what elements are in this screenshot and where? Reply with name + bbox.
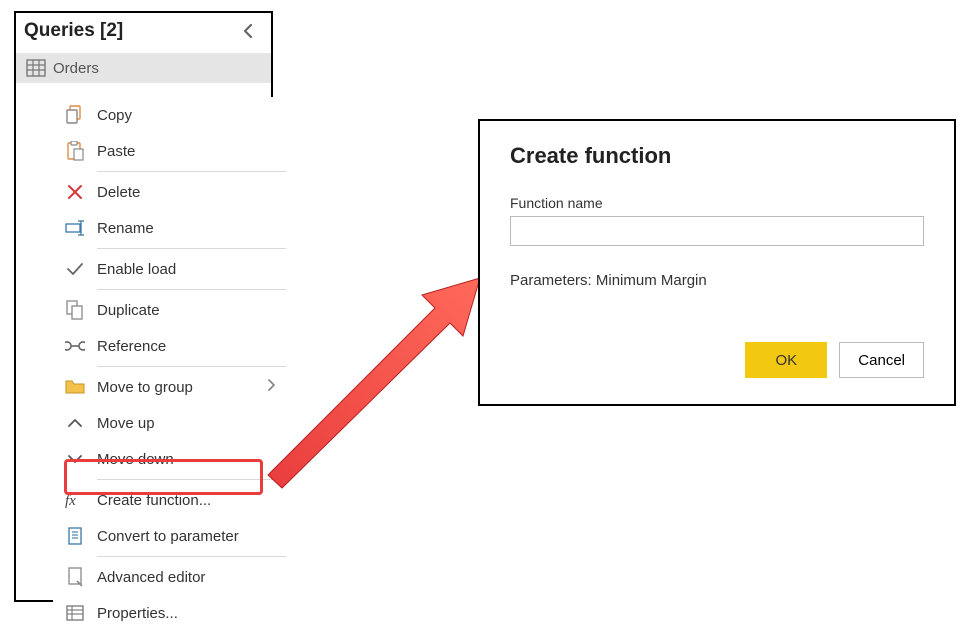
- menu-convert-to-parameter[interactable]: Convert to parameter: [53, 518, 286, 554]
- menu-delete[interactable]: Delete: [53, 174, 286, 210]
- arrow-annotation: [260, 260, 490, 490]
- collapse-button[interactable]: [237, 19, 261, 43]
- menu-properties[interactable]: Properties...: [53, 595, 286, 631]
- menu-move-up[interactable]: Move up: [53, 405, 286, 441]
- menu-label: Convert to parameter: [97, 528, 280, 545]
- menu-copy[interactable]: Copy: [53, 97, 286, 133]
- function-name-label: Function name: [510, 195, 924, 211]
- ok-button[interactable]: OK: [745, 342, 827, 378]
- menu-label: Advanced editor: [97, 569, 280, 586]
- menu-label: Copy: [97, 107, 280, 124]
- menu-label: Delete: [97, 184, 280, 201]
- parameters-label: Parameters: Minimum Margin: [510, 272, 924, 289]
- menu-label: Duplicate: [97, 302, 280, 319]
- chevron-up-icon: [61, 418, 89, 428]
- panel-title: Queries [2]: [24, 20, 123, 42]
- menu-create-function[interactable]: fx Create function...: [53, 482, 286, 518]
- menu-label: Move to group: [97, 379, 267, 396]
- context-menu: Copy Paste Delete Rename Ena: [53, 97, 286, 631]
- menu-label: Paste: [97, 143, 280, 160]
- cancel-button[interactable]: Cancel: [839, 342, 924, 378]
- advanced-editor-icon: [61, 567, 89, 587]
- menu-label: Enable load: [97, 261, 280, 278]
- menu-label: Move down: [97, 451, 280, 468]
- paste-icon: [61, 141, 89, 161]
- duplicate-icon: [61, 300, 89, 320]
- function-name-input[interactable]: [510, 216, 924, 246]
- menu-reference[interactable]: Reference: [53, 328, 286, 364]
- menu-label: Reference: [97, 338, 280, 355]
- dialog-title: Create function: [510, 143, 924, 169]
- query-item-orders[interactable]: Orders: [16, 53, 271, 83]
- properties-icon: [61, 605, 89, 621]
- menu-label: Move up: [97, 415, 280, 432]
- check-icon: [61, 262, 89, 276]
- menu-rename[interactable]: Rename: [53, 210, 286, 246]
- query-label: Orders: [53, 60, 99, 77]
- menu-divider: [97, 248, 286, 249]
- menu-enable-load[interactable]: Enable load: [53, 251, 286, 287]
- menu-divider: [97, 366, 286, 367]
- menu-divider: [97, 556, 286, 557]
- chevron-left-icon: [243, 24, 255, 38]
- menu-label: Properties...: [97, 605, 280, 622]
- menu-move-to-group[interactable]: Move to group: [53, 369, 286, 405]
- menu-duplicate[interactable]: Duplicate: [53, 292, 286, 328]
- delete-icon: [61, 184, 89, 200]
- chevron-right-icon: [267, 378, 276, 396]
- fx-icon: fx: [61, 492, 89, 508]
- menu-label: Create function...: [97, 492, 280, 509]
- dialog-buttons: OK Cancel: [745, 342, 924, 378]
- folder-icon: [61, 379, 89, 395]
- menu-divider: [97, 289, 286, 290]
- chevron-down-icon: [61, 454, 89, 464]
- panel-header: Queries [2]: [16, 13, 271, 53]
- menu-label: Rename: [97, 220, 280, 237]
- parameter-icon: [61, 527, 89, 545]
- copy-icon: [61, 105, 89, 125]
- rename-icon: [61, 220, 89, 236]
- menu-divider: [97, 171, 286, 172]
- queries-panel: Queries [2] Orders Copy Paste: [14, 11, 273, 602]
- menu-paste[interactable]: Paste: [53, 133, 286, 169]
- menu-move-down[interactable]: Move down: [53, 441, 286, 477]
- table-icon: [23, 59, 49, 77]
- create-function-dialog: Create function Function name Parameters…: [478, 119, 956, 406]
- svg-text:fx: fx: [65, 493, 76, 508]
- reference-icon: [61, 339, 89, 353]
- menu-divider: [97, 479, 286, 480]
- menu-advanced-editor[interactable]: Advanced editor: [53, 559, 286, 595]
